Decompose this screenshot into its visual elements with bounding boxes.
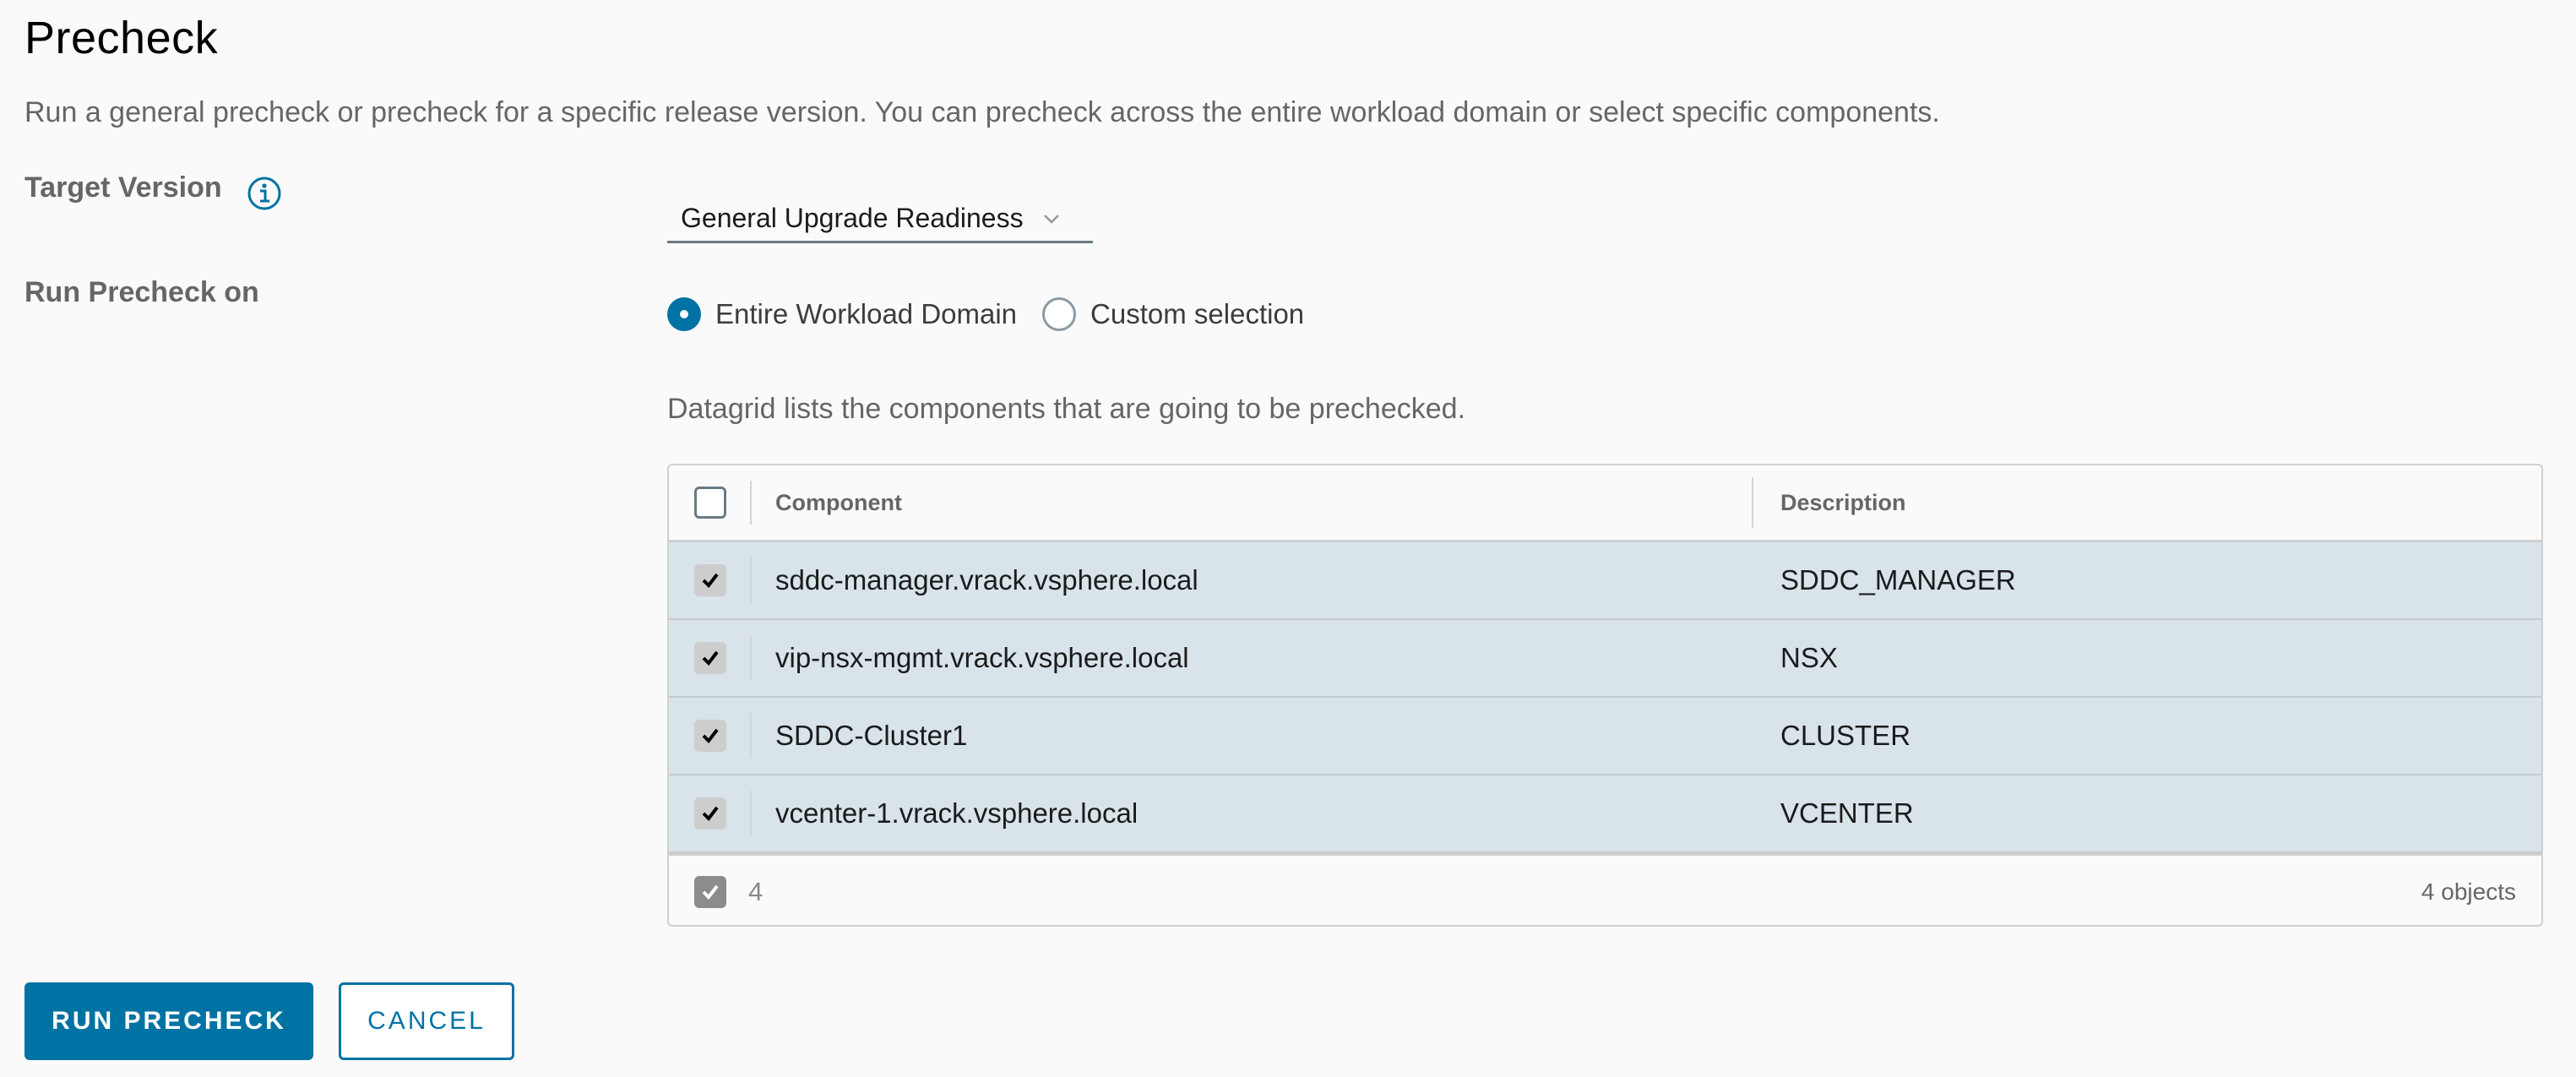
target-version-select[interactable]: General Upgrade Readiness: [667, 196, 1093, 243]
page-title: Precheck: [24, 13, 219, 63]
radio-custom-selection[interactable]: Custom selection: [1042, 297, 1304, 331]
select-all-checkbox[interactable]: [694, 487, 726, 519]
target-version-value: General Upgrade Readiness: [681, 203, 1024, 233]
selected-count-checkbox[interactable]: [694, 875, 726, 908]
checkmark-icon: [702, 884, 719, 900]
datagrid-header: Component Description: [669, 465, 2541, 542]
row-checkbox[interactable]: [694, 720, 726, 752]
total-objects: 4 objects: [2421, 878, 2516, 905]
radio-label: Entire Workload Domain: [715, 298, 1018, 329]
datagrid-footer: 4 4 objects: [669, 853, 2541, 925]
column-header-component[interactable]: Component: [775, 490, 902, 516]
components-datagrid: Component Description sddc-manager.vrack…: [667, 464, 2543, 927]
cell-component: sddc-manager.vrack.vsphere.local: [775, 564, 1198, 596]
checkmark-icon: [702, 728, 719, 744]
table-row[interactable]: vip-nsx-mgmt.vrack.vsphere.local NSX: [669, 620, 2541, 698]
cell-description: CLUSTER: [1780, 720, 1911, 751]
target-version-label: Target Version: [24, 171, 222, 204]
checkmark-icon: [702, 650, 719, 666]
row-checkbox[interactable]: [694, 564, 726, 596]
table-row[interactable]: sddc-manager.vrack.vsphere.local SDDC_MA…: [669, 542, 2541, 620]
cell-component: SDDC-Cluster1: [775, 720, 968, 751]
page-description: Run a general precheck or precheck for a…: [24, 96, 1940, 128]
radio-label: Custom selection: [1090, 298, 1305, 329]
cell-description: SDDC_MANAGER: [1780, 564, 2016, 596]
radio-selected-icon[interactable]: [667, 297, 701, 331]
checkmark-icon: [702, 573, 719, 589]
checkmark-icon: [702, 806, 719, 822]
cell-description: NSX: [1780, 642, 1838, 673]
radio-unselected-icon[interactable]: [1042, 297, 1077, 331]
chevron-down-icon: [1043, 214, 1059, 224]
cell-component: vcenter-1.vrack.vsphere.local: [775, 797, 1139, 829]
scope-radio-group: Entire Workload Domain Custom selection: [667, 297, 1304, 331]
cancel-button[interactable]: CANCEL: [339, 982, 514, 1060]
cell-component: vip-nsx-mgmt.vrack.vsphere.local: [775, 642, 1189, 673]
run-precheck-button[interactable]: RUN PRECHECK: [24, 982, 313, 1060]
column-header-description[interactable]: Description: [1780, 490, 1906, 516]
info-circle-icon[interactable]: [247, 176, 282, 211]
run-precheck-on-label: Run Precheck on: [24, 276, 259, 308]
datagrid-description: Datagrid lists the components that are g…: [667, 393, 1466, 425]
row-checkbox[interactable]: [694, 797, 726, 830]
row-checkbox[interactable]: [694, 642, 726, 674]
radio-entire-workload-domain[interactable]: Entire Workload Domain: [667, 297, 1017, 331]
cell-description: VCENTER: [1780, 797, 1914, 829]
table-row[interactable]: vcenter-1.vrack.vsphere.local VCENTER: [669, 775, 2541, 853]
table-row[interactable]: SDDC-Cluster1 CLUSTER: [669, 698, 2541, 775]
